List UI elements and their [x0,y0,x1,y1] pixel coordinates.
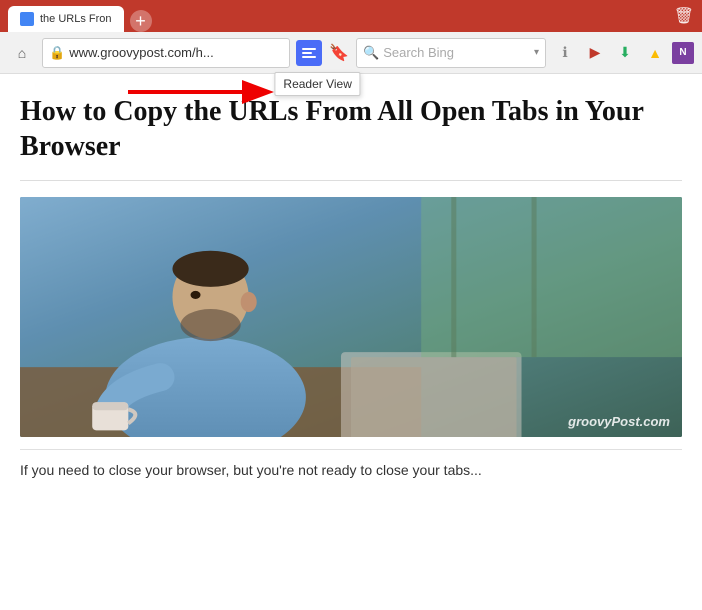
tab-favicon [20,12,34,26]
article-divider [20,180,682,181]
close-window-button[interactable]: 🗑 [674,6,694,26]
reader-view-tooltip: Reader View [274,72,360,96]
address-bar[interactable]: 🔒 www.groovypost.com/h... [42,38,290,68]
article-snippet: If you need to close your browser, but y… [20,449,682,481]
lock-icon: 🔒 [49,45,65,61]
watermark: groovyPost.com [568,414,670,429]
info-icon-button[interactable]: ℹ [552,40,578,66]
drive-icon-button[interactable]: ▲ [642,40,668,66]
download-icon-button[interactable]: ⬇ [612,40,638,66]
search-input-placeholder: Search Bing [383,45,530,60]
nav-bar: ⌂ 🔒 www.groovypost.com/h... Reader View … [0,32,702,74]
tab-label: the URLs Fron [40,13,112,25]
search-icon: 🔍 [363,45,379,61]
bookmark-button[interactable]: 🔖 [328,40,350,66]
browser-window: the URLs Fron + 🗑 ⌂ 🔒 www.groovypost.com… [0,0,702,610]
home-button[interactable]: ⌂ [8,39,36,67]
content-area: How to Copy the URLs From All Open Tabs … [0,74,702,610]
active-tab[interactable]: the URLs Fron [8,6,124,32]
new-tab-button[interactable]: + [130,10,152,32]
article-title: How to Copy the URLs From All Open Tabs … [20,94,682,164]
onenote-icon-button[interactable]: N [672,42,694,64]
tab-area: the URLs Fron + [8,0,152,32]
search-bar[interactable]: 🔍 Search Bing ▾ [356,38,546,68]
reader-view-icon [300,46,318,60]
search-dropdown-arrow[interactable]: ▾ [534,47,539,58]
toolbar-icons: ℹ ▶ ⬇ ▲ N [552,40,694,66]
article-image: groovyPost.com [20,197,682,437]
title-bar: the URLs Fron + 🗑 [0,0,702,32]
man-silhouette [20,197,682,437]
reader-view-container: Reader View [296,40,322,66]
address-text: www.groovypost.com/h... [69,45,283,60]
play-icon-button[interactable]: ▶ [582,40,608,66]
reader-view-button[interactable] [296,40,322,66]
